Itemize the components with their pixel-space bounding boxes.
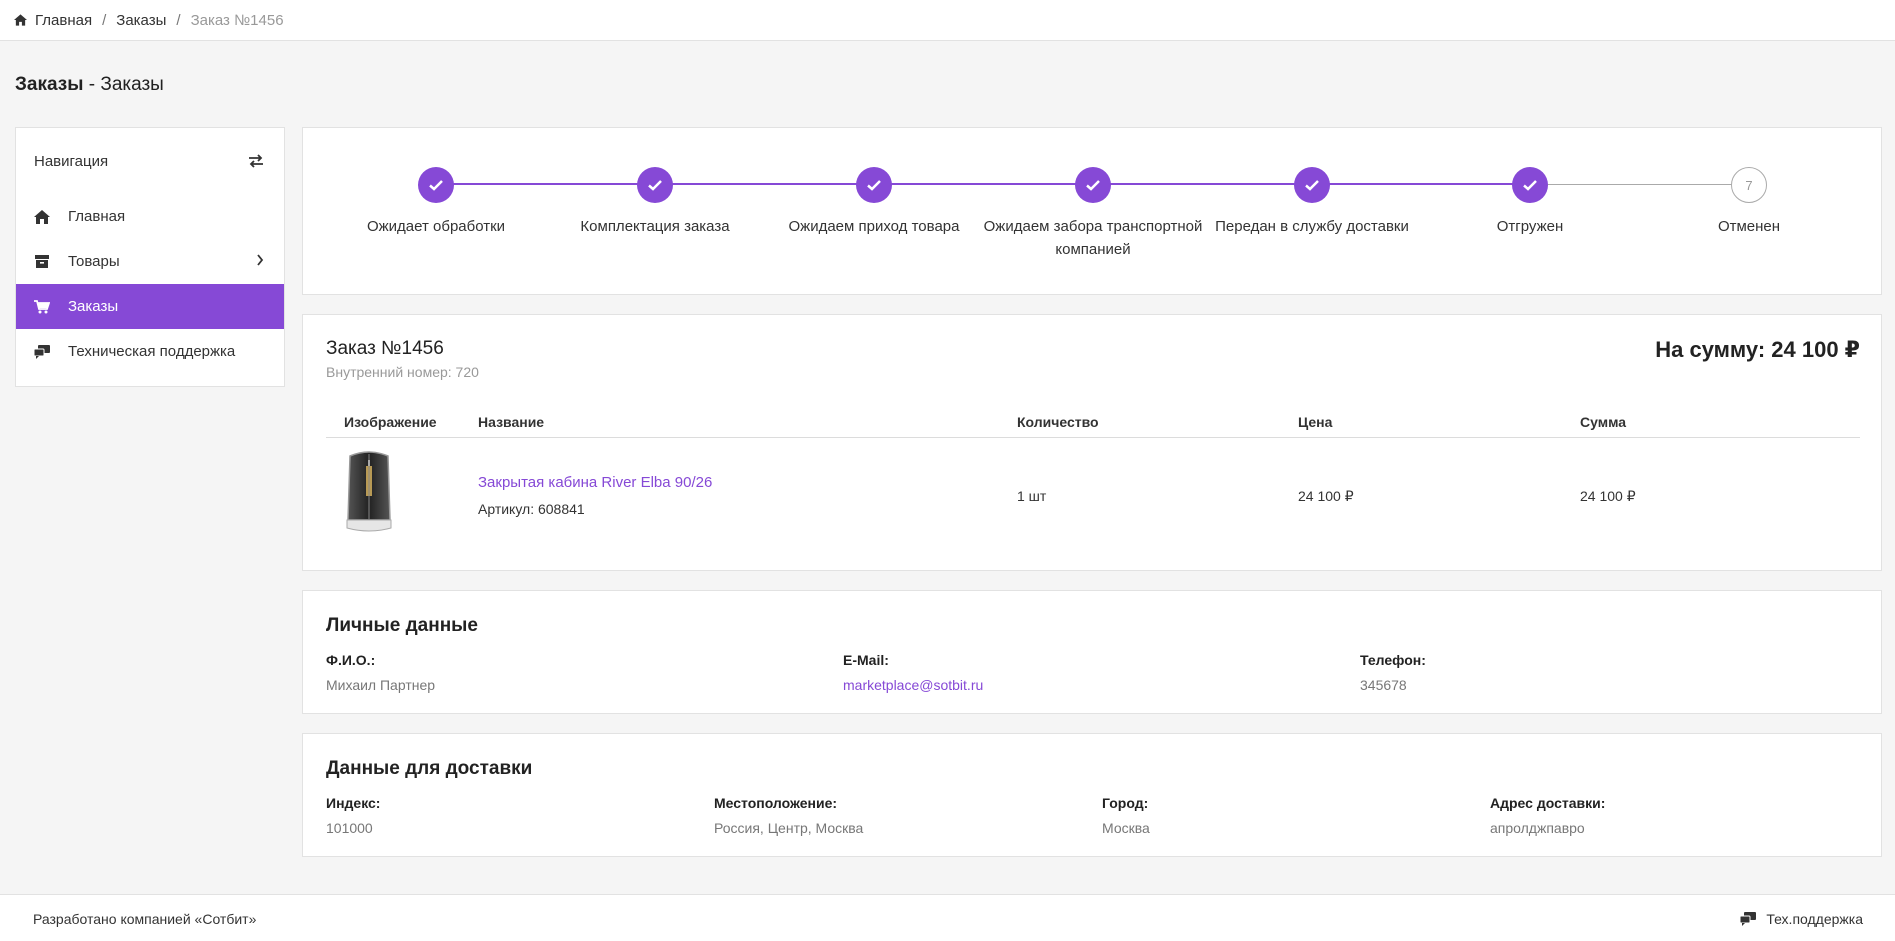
- column-header-sum: Сумма: [1580, 414, 1627, 430]
- footer-support-label: Тех.поддержка: [1766, 911, 1863, 927]
- column-header-name: Название: [478, 414, 545, 430]
- page-title: Заказы - Заказы: [15, 74, 164, 96]
- step-label: Ожидаем забора транспортной компанией: [983, 218, 1203, 258]
- field-location: Местоположение: Россия, Центр, Москва: [714, 795, 863, 836]
- sidebar-item-label: Товары: [68, 253, 120, 270]
- sidebar-item-label: Заказы: [68, 298, 119, 315]
- home-icon: [34, 209, 50, 224]
- personal-data-title: Личные данные: [326, 615, 478, 636]
- order-status-stepper: Ожидает обработки Комплектация заказа Ож…: [302, 127, 1882, 295]
- step-cancelled: 7 Отменен: [1639, 167, 1859, 238]
- step-awaiting-goods: Ожидаем приход товара: [764, 167, 984, 238]
- field-city: Город: Москва: [1102, 795, 1150, 836]
- breadcrumb-current: Заказ №1456: [190, 11, 284, 29]
- product-image[interactable]: [344, 448, 394, 534]
- step-shipped: Отгружен: [1420, 167, 1640, 238]
- cart-icon: [34, 299, 50, 314]
- field-label: Город:: [1102, 795, 1149, 811]
- footer-support-link[interactable]: Тех.поддержка: [1740, 911, 1863, 927]
- field-value: 345678: [1360, 677, 1407, 693]
- order-total: На сумму: 24 100 ₽: [1655, 337, 1860, 362]
- email-link[interactable]: marketplace@sotbit.ru: [843, 677, 983, 693]
- footer: Разработано компанией «Сотбит» Тех.подде…: [0, 894, 1895, 941]
- table-row: Закрытая кабина River Elba 90/26 Артикул…: [326, 439, 1860, 557]
- field-value: 101000: [326, 820, 373, 836]
- sidebar-item-label: Главная: [68, 208, 126, 225]
- box-icon: [34, 255, 50, 269]
- step-handed-to-delivery: Передан в службу доставки: [1202, 167, 1422, 238]
- field-value: апролджпавро: [1490, 820, 1585, 836]
- field-label: Ф.И.О.:: [326, 652, 376, 668]
- page-title-separator: -: [83, 74, 101, 95]
- step-awaiting-processing: Ожидает обработки: [326, 167, 546, 238]
- top-bar: Главная / Заказы / Заказ №1456: [0, 0, 1895, 41]
- product-name-link[interactable]: Закрытая кабина River Elba 90/26: [478, 474, 712, 491]
- check-icon: [856, 167, 892, 203]
- product-sku: Артикул: 608841: [478, 501, 585, 517]
- breadcrumb-home-link[interactable]: Главная: [35, 12, 92, 29]
- product-sum: 24 100 ₽: [1580, 488, 1636, 504]
- breadcrumb-separator: /: [176, 11, 181, 29]
- product-price: 24 100 ₽: [1298, 488, 1354, 504]
- field-email: E-Mail: marketplace@sotbit.ru: [843, 652, 983, 693]
- sidebar-header: Навигация: [16, 128, 284, 194]
- breadcrumb: Главная / Заказы / Заказ №1456: [14, 12, 284, 29]
- breadcrumb-separator: /: [102, 11, 107, 29]
- field-value: Москва: [1102, 820, 1150, 836]
- step-awaiting-carrier-pickup: Ожидаем забора транспортной компанией: [983, 167, 1203, 261]
- breadcrumb-orders-link[interactable]: Заказы: [116, 12, 166, 29]
- order-table-header: Изображение Название Количество Цена Сум…: [326, 406, 1860, 438]
- sidebar-header-label: Навигация: [34, 152, 109, 170]
- field-postal-index: Индекс: 101000: [326, 795, 380, 836]
- chevron-right-icon: [257, 254, 264, 266]
- step-order-assembly: Комплектация заказа: [545, 167, 765, 238]
- field-label: Адрес доставки:: [1490, 795, 1606, 811]
- field-label: Индекс:: [326, 795, 381, 811]
- home-icon: [14, 14, 27, 26]
- field-label: E-Mail:: [843, 652, 889, 668]
- field-phone: Телефон: 345678: [1360, 652, 1426, 693]
- chat-icon: [1740, 912, 1757, 926]
- check-icon: [1294, 167, 1330, 203]
- field-value: Россия, Центр, Москва: [714, 820, 864, 836]
- swap-arrows-icon[interactable]: [248, 154, 264, 168]
- field-label: Телефон:: [1360, 652, 1426, 668]
- order-internal-number: Внутренний номер: 720: [326, 364, 479, 380]
- step-number: 7: [1731, 167, 1767, 203]
- personal-data-card: Личные данные Ф.И.О.: Михаил Партнер E-M…: [302, 590, 1882, 714]
- check-icon: [1512, 167, 1548, 203]
- check-icon: [1075, 167, 1111, 203]
- column-header-image: Изображение: [344, 414, 437, 430]
- field-full-name: Ф.И.О.: Михаил Партнер: [326, 652, 435, 693]
- step-label: Ожидаем приход товара: [788, 218, 960, 235]
- column-header-quantity: Количество: [1017, 414, 1099, 430]
- footer-credit: Разработано компанией «Сотбит»: [33, 911, 257, 927]
- sidebar-item-products[interactable]: Товары: [16, 239, 284, 284]
- step-label: Отгружен: [1496, 218, 1564, 235]
- delivery-data-title: Данные для доставки: [326, 758, 533, 779]
- sidebar-item-home[interactable]: Главная: [16, 194, 284, 239]
- sidebar-item-support[interactable]: Техническая поддержка: [16, 329, 284, 374]
- step-label: Отменен: [1717, 218, 1781, 235]
- sidebar-item-label: Техническая поддержка: [68, 343, 236, 360]
- step-label: Ожидает обработки: [366, 218, 506, 235]
- page-title-section: Заказы: [15, 74, 84, 95]
- check-icon: [418, 167, 454, 203]
- step-label: Комплектация заказа: [580, 218, 730, 235]
- delivery-data-card: Данные для доставки Индекс: 101000 Место…: [302, 733, 1882, 857]
- field-label: Местоположение:: [714, 795, 838, 811]
- sidebar: Навигация Главная Товары Заказы Техничес…: [15, 127, 285, 387]
- product-quantity: 1 шт: [1017, 488, 1047, 504]
- step-label: Передан в службу доставки: [1215, 218, 1409, 235]
- order-title: Заказ №1456: [326, 338, 444, 359]
- check-icon: [637, 167, 673, 203]
- column-header-price: Цена: [1298, 414, 1333, 430]
- page-title-name: Заказы: [100, 74, 164, 95]
- field-delivery-address: Адрес доставки: апролджпавро: [1490, 795, 1605, 836]
- chat-icon: [34, 344, 50, 359]
- sidebar-item-orders[interactable]: Заказы: [16, 284, 284, 329]
- field-value: Михаил Партнер: [326, 677, 436, 693]
- order-card: Заказ №1456 Внутренний номер: 720 На сум…: [302, 314, 1882, 571]
